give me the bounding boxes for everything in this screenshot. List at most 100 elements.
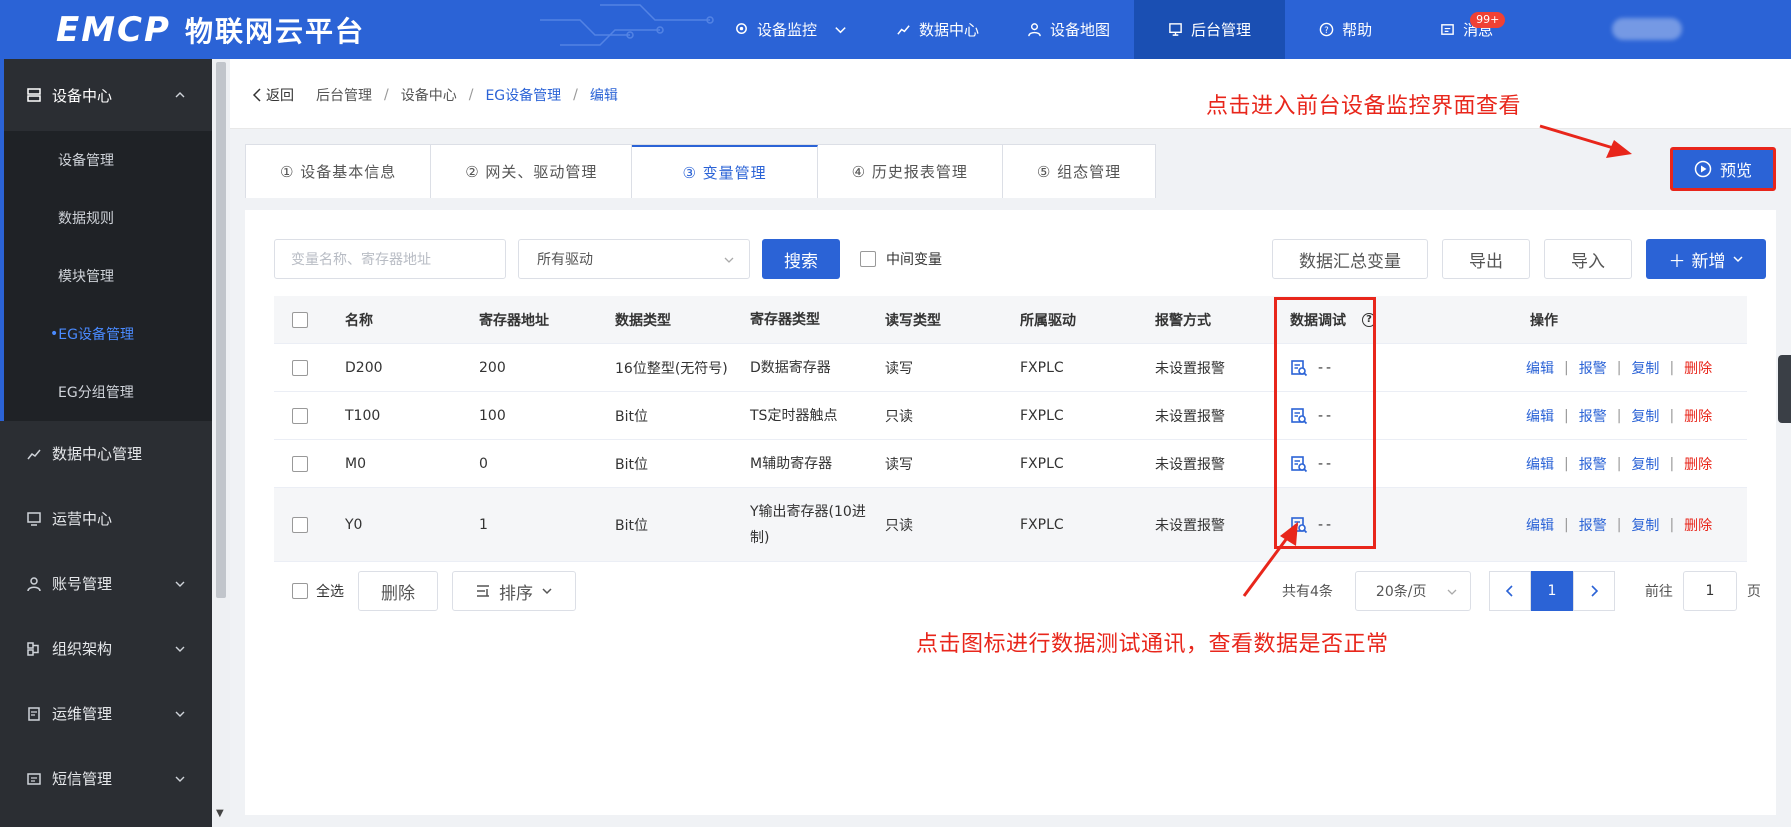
cell-address: 1 bbox=[479, 516, 488, 533]
copy-link[interactable]: 复制 bbox=[1631, 358, 1659, 378]
edit-link[interactable]: 编辑 bbox=[1526, 515, 1554, 535]
sidebar-item-account-management[interactable]: 账号管理 bbox=[0, 551, 212, 616]
driver-select[interactable]: 所有驱动 bbox=[518, 239, 750, 279]
nav-device-monitor[interactable]: 设备监控 bbox=[710, 0, 872, 59]
side-widget-handle[interactable] bbox=[1778, 355, 1791, 423]
brand-logo[interactable]: EMCP 物联网云平台 bbox=[56, 10, 365, 50]
edit-link[interactable]: 编辑 bbox=[1526, 358, 1554, 378]
nav-admin[interactable]: 后台管理 bbox=[1134, 0, 1286, 59]
tab-history-report[interactable]: ④ 历史报表管理 bbox=[818, 145, 1003, 198]
copy-link[interactable]: 复制 bbox=[1631, 406, 1659, 426]
goto-label: 前往 bbox=[1644, 584, 1673, 600]
alarm-link[interactable]: 报警 bbox=[1579, 406, 1607, 426]
breadcrumb-item[interactable]: EG设备管理 bbox=[485, 85, 561, 105]
row-actions: 编辑 | 报警 | 复制 | 删除 bbox=[1526, 515, 1712, 535]
export-button[interactable]: 导出 bbox=[1442, 239, 1530, 279]
tab-gateway-driver[interactable]: ② 网关、驱动管理 bbox=[431, 145, 633, 198]
copy-link[interactable]: 复制 bbox=[1631, 515, 1659, 535]
header-checkbox[interactable] bbox=[292, 311, 308, 328]
sidebar-item-data-center-management[interactable]: 数据中心管理 bbox=[0, 421, 212, 486]
sidebar-item-eg-device-management[interactable]: • EG设备管理 bbox=[4, 305, 212, 363]
checkbox[interactable] bbox=[292, 583, 308, 599]
next-page-button[interactable] bbox=[1572, 571, 1615, 611]
nav-label: 设备地图 bbox=[1050, 21, 1111, 39]
sort-button[interactable]: 排序 bbox=[452, 571, 576, 611]
row-actions: 编辑 | 报警 | 复制 | 删除 bbox=[1526, 358, 1712, 378]
sidebar-item-data-rules[interactable]: 数据规则 bbox=[4, 189, 212, 247]
sidebar-item-sms[interactable]: 短信管理 bbox=[0, 746, 212, 811]
nav-device-map[interactable]: 设备地图 bbox=[1003, 0, 1134, 59]
row-checkbox[interactable] bbox=[292, 359, 308, 376]
edit-link[interactable]: 编辑 bbox=[1526, 406, 1554, 426]
nav-data-center[interactable]: 数据中心 bbox=[872, 0, 1003, 59]
cell-name: D200 bbox=[345, 359, 383, 376]
scroll-down-icon[interactable]: ▼ bbox=[216, 808, 224, 819]
import-button[interactable]: 导入 bbox=[1544, 239, 1632, 279]
chevron-down-icon bbox=[542, 588, 552, 595]
alarm-link[interactable]: 报警 bbox=[1579, 454, 1607, 474]
prev-page-button[interactable] bbox=[1488, 571, 1531, 611]
sms-icon bbox=[27, 772, 41, 785]
user-avatar[interactable] bbox=[1612, 18, 1682, 40]
breadcrumb-separator: / bbox=[384, 87, 389, 103]
edit-link[interactable]: 编辑 bbox=[1526, 454, 1554, 474]
delete-link[interactable]: 删除 bbox=[1684, 515, 1712, 535]
delete-link[interactable]: 删除 bbox=[1684, 358, 1712, 378]
select-all-checkbox[interactable]: 全选 bbox=[292, 581, 344, 601]
column-header: 报警方式 bbox=[1155, 312, 1211, 329]
row-checkbox[interactable] bbox=[292, 407, 308, 424]
checkbox[interactable] bbox=[860, 251, 876, 267]
row-checkbox[interactable] bbox=[292, 516, 308, 533]
batch-delete-button[interactable]: 删除 bbox=[358, 571, 438, 611]
sidebar-item-label: 运营中心 bbox=[52, 510, 113, 528]
sidebar-scrollbar-thumb[interactable] bbox=[216, 62, 226, 598]
sidebar-group-device-center[interactable]: 设备中心 bbox=[0, 59, 212, 131]
sidebar-item-label: 数据中心管理 bbox=[52, 445, 143, 463]
add-new-button[interactable]: ＋ 新增 bbox=[1646, 239, 1766, 279]
nav-messages[interactable]: 消息 99+ bbox=[1406, 0, 1527, 59]
cell-alarm: 未设置报警 bbox=[1155, 517, 1225, 534]
sidebar-item-organization[interactable]: 组织架构 bbox=[0, 616, 212, 681]
message-icon bbox=[1441, 24, 1454, 35]
add-new-label: 新增 bbox=[1691, 251, 1726, 272]
alarm-link[interactable]: 报警 bbox=[1579, 358, 1607, 378]
checkbox-label: 中间变量 bbox=[886, 252, 942, 268]
cell-rw-type: 读写 bbox=[885, 456, 913, 473]
copy-link[interactable]: 复制 bbox=[1631, 454, 1659, 474]
sort-icon bbox=[477, 585, 489, 597]
page-size-select[interactable]: 20条/页 bbox=[1354, 571, 1471, 611]
cell-alarm: 未设置报警 bbox=[1155, 456, 1225, 473]
sidebar-item-device-management[interactable]: 设备管理 bbox=[4, 131, 212, 189]
row-checkbox[interactable] bbox=[292, 455, 308, 472]
column-header: 寄存器类型 bbox=[750, 311, 820, 328]
breadcrumb-item[interactable]: 后台管理 bbox=[316, 85, 372, 105]
intermediate-variable-checkbox[interactable]: 中间变量 bbox=[860, 249, 942, 269]
alarm-link[interactable]: 报警 bbox=[1579, 515, 1607, 535]
cell-driver: FXPLC bbox=[1020, 407, 1064, 424]
pagination: 共有4条 20条/页 1 前往 1 页 bbox=[1282, 571, 1761, 611]
page-size-value: 20条/页 bbox=[1375, 584, 1427, 600]
sidebar-item-operations-center[interactable]: 运营中心 bbox=[0, 486, 212, 551]
tab-variable-management[interactable]: ③ 变量管理 bbox=[632, 145, 818, 198]
goto-page-input[interactable]: 1 bbox=[1682, 571, 1737, 611]
sidebar-item-label: EG分组管理 bbox=[58, 385, 134, 401]
tab-configuration[interactable]: ⑤ 组态管理 bbox=[1003, 145, 1155, 198]
sidebar-item-maintenance[interactable]: 运维管理 bbox=[0, 681, 212, 746]
sidebar-item-eg-group-management[interactable]: EG分组管理 bbox=[4, 363, 212, 421]
cell-rw-type: 只读 bbox=[885, 517, 913, 534]
back-link[interactable]: 返回 bbox=[252, 85, 294, 105]
nav-help[interactable]: ? 帮助 bbox=[1285, 0, 1406, 59]
delete-link[interactable]: 删除 bbox=[1684, 406, 1712, 426]
preview-button[interactable]: 预览 bbox=[1670, 147, 1776, 191]
chart-icon bbox=[27, 449, 41, 459]
table-header-row: 名称 寄存器地址 数据类型 寄存器类型 读写类型 所属驱动 报警方式 数据调试 … bbox=[274, 296, 1747, 344]
page-number-current[interactable]: 1 bbox=[1530, 571, 1573, 611]
search-input[interactable]: 变量名称、寄存器地址 bbox=[274, 239, 506, 279]
summary-variable-button[interactable]: 数据汇总变量 bbox=[1272, 239, 1428, 279]
delete-link[interactable]: 删除 bbox=[1684, 454, 1712, 474]
tab-basic-info[interactable]: ① 设备基本信息 bbox=[246, 145, 432, 198]
main-nav: 设备监控 数据中心 设备地图 后台管理 ? 帮助 消息 99+ bbox=[710, 0, 1527, 59]
breadcrumb-item[interactable]: 设备中心 bbox=[401, 85, 457, 105]
search-button[interactable]: 搜索 bbox=[762, 239, 840, 279]
sidebar-item-module-management[interactable]: 模块管理 bbox=[4, 247, 212, 305]
